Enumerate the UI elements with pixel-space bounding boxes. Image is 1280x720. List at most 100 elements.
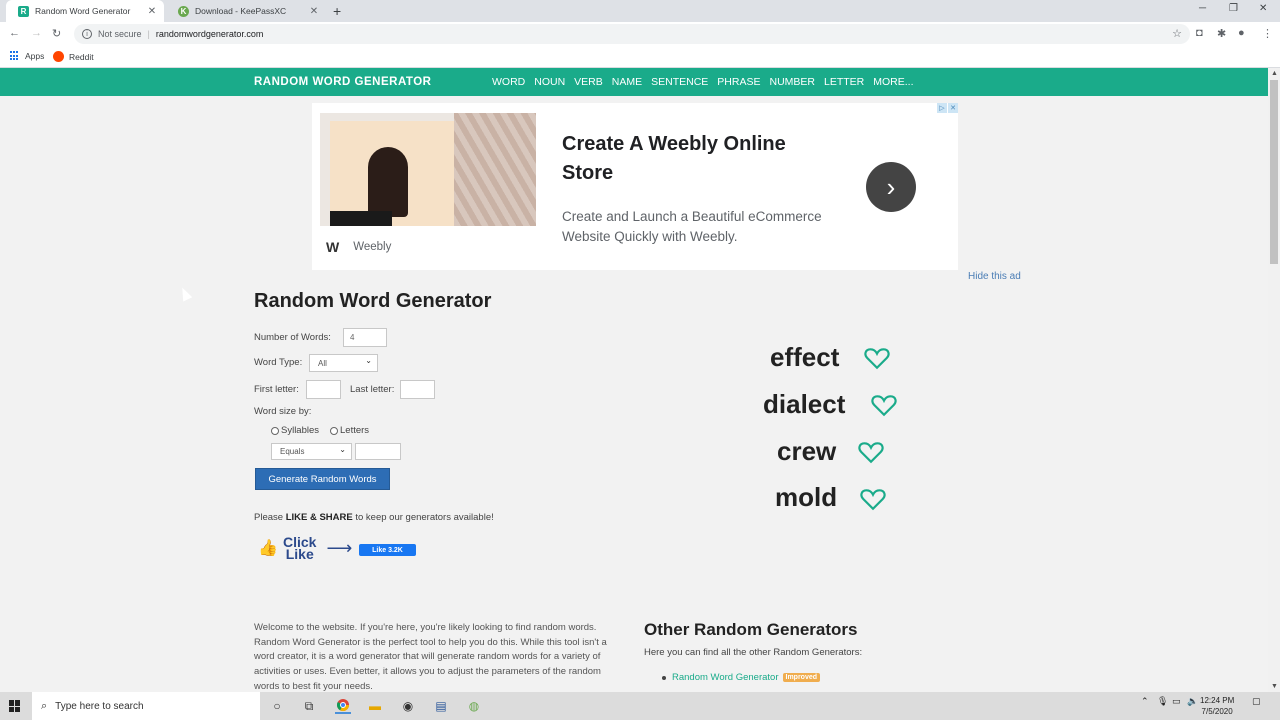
word-type-select[interactable]: All ⌄	[309, 354, 378, 372]
advertisement[interactable]: ▷ ✕ Create A Weebly Online Store Create …	[312, 103, 958, 270]
nav-phrase[interactable]: PHRASE	[717, 76, 760, 88]
tab-random-word-generator[interactable]: R Random Word Generator ✕	[6, 0, 164, 22]
cortana-icon[interactable]: ○	[269, 698, 285, 714]
minimize-button[interactable]: ─	[1199, 3, 1206, 14]
scroll-thumb[interactable]	[1270, 80, 1278, 264]
nav-letter[interactable]: LETTER	[824, 76, 864, 88]
file-explorer-icon[interactable]: ▬	[367, 698, 383, 714]
word-size-input[interactable]	[355, 443, 401, 460]
click-like-graphic: 👍 Click Like ⟶	[258, 535, 352, 561]
improved-badge: Improved	[782, 673, 821, 682]
nav-more[interactable]: MORE...	[873, 76, 913, 88]
menu-dots-icon[interactable]: ⋮	[1262, 27, 1273, 40]
nav-number[interactable]: NUMBER	[769, 76, 815, 88]
other-generators-title: Other Random Generators	[644, 620, 858, 639]
tab-strip: R Random Word Generator ✕ K Download - K…	[0, 0, 1280, 22]
scroll-down-icon[interactable]: ▼	[1271, 683, 1278, 690]
generate-random-words-button[interactable]: Generate Random Words	[255, 468, 390, 490]
windows-start-icon[interactable]	[9, 700, 21, 712]
forward-arrow-icon[interactable]: →	[31, 27, 42, 39]
reddit-icon	[53, 51, 64, 62]
first-letter-input[interactable]	[306, 380, 341, 399]
tab-keepassxc[interactable]: K Download - KeePassXC ✕	[166, 0, 326, 22]
nav-verb[interactable]: VERB	[574, 76, 603, 88]
ad-close-icon[interactable]: ✕	[948, 103, 958, 113]
bullet-icon	[662, 675, 666, 680]
notifications-icon[interactable]: ▢	[1252, 696, 1261, 707]
taskbar-search-placeholder: Type here to search	[55, 700, 144, 712]
bookmark-apps[interactable]: Apps	[10, 51, 44, 61]
window-close-button[interactable]: ✕	[1259, 3, 1267, 14]
hide-ad-link[interactable]: Hide this ad	[968, 271, 1021, 282]
nav-name[interactable]: NAME	[612, 76, 642, 88]
reload-icon[interactable]: ↻	[52, 27, 61, 40]
favorite-heart-icon[interactable]	[864, 346, 890, 370]
chrome-icon[interactable]	[335, 698, 351, 714]
close-tab-icon[interactable]: ✕	[308, 6, 320, 17]
new-tab-button[interactable]: +	[333, 3, 341, 19]
result-word: effect	[770, 342, 840, 372]
number-of-words-input[interactable]: 4	[343, 328, 387, 347]
share-prompt-bold: LIKE & SHARE	[285, 512, 353, 523]
tray-chevron-up-icon[interactable]: ⌃	[1141, 696, 1149, 707]
bookmark-star-icon[interactable]: ☆	[1172, 27, 1182, 40]
site-brand[interactable]: RANDOM WORD GENERATOR	[254, 76, 431, 88]
url-text[interactable]: randomwordgenerator.com	[156, 29, 264, 39]
address-bar[interactable]: i Not secure | randomwordgenerator.com ☆	[74, 24, 1190, 44]
nav-links: WORD NOUN VERB NAME SENTENCE PHRASE NUMB…	[492, 76, 914, 88]
taskbar-search[interactable]: ⌕ Type here to search	[32, 692, 260, 720]
nav-word[interactable]: WORD	[492, 76, 525, 88]
document-app-icon[interactable]: ▤	[433, 698, 449, 714]
restore-button[interactable]: ❐	[1229, 3, 1238, 14]
ad-brand[interactable]: W Weebly	[326, 239, 391, 255]
network-icon[interactable]: ▭	[1172, 696, 1181, 707]
share-prompt-prefix: Please	[254, 512, 286, 523]
divider: |	[147, 29, 150, 39]
word-type-value: All	[318, 358, 327, 368]
list-item[interactable]: Random Word Generator Improved	[662, 672, 821, 683]
info-icon[interactable]: i	[82, 29, 92, 39]
syllables-radio[interactable]: Syllables	[271, 425, 319, 436]
ad-choices[interactable]: ▷ ✕	[937, 103, 958, 113]
extension-bitwarden-icon[interactable]: ◘	[1196, 27, 1203, 39]
ad-info-icon[interactable]: ▷	[937, 103, 947, 113]
page-scrollbar[interactable]: ▲ ▼	[1268, 68, 1280, 692]
facebook-like-button[interactable]: Like 3.2K	[359, 544, 416, 556]
ad-brand-name: Weebly	[353, 241, 392, 253]
task-view-icon[interactable]: ⧉	[301, 698, 317, 714]
obs-icon[interactable]: ◉	[400, 698, 416, 714]
keepassxc-icon[interactable]: ◍	[466, 698, 482, 714]
nav-sentence[interactable]: SENTENCE	[651, 76, 708, 88]
other-generator-link[interactable]: Random Word Generator	[672, 672, 779, 683]
last-letter-label: Last letter:	[350, 384, 395, 395]
microphone-icon[interactable]: 🎙	[1157, 696, 1168, 707]
welcome-paragraph: Welcome to the website. If you're here, …	[254, 622, 607, 692]
favorite-heart-icon[interactable]	[860, 487, 886, 511]
thumbs-up-icon: 👍	[258, 540, 278, 557]
ad-chevron-right-icon[interactable]: ›	[866, 162, 916, 212]
security-status: Not secure	[98, 29, 142, 39]
ad-headline[interactable]: Create A Weebly Online Store	[562, 130, 832, 188]
profile-avatar-icon[interactable]: ●	[1238, 27, 1245, 39]
extensions-puzzle-icon[interactable]: ✱	[1217, 27, 1226, 40]
browser-toolbar: ← → ↻ i Not secure | randomwordgenerator…	[0, 22, 1280, 46]
letters-label: Letters	[340, 425, 370, 436]
back-arrow-icon[interactable]: ←	[9, 27, 20, 39]
close-tab-icon[interactable]: ✕	[146, 6, 158, 17]
last-letter-input[interactable]	[400, 380, 435, 399]
nav-noun[interactable]: NOUN	[534, 76, 565, 88]
apps-grid-icon	[10, 51, 20, 61]
favorite-heart-icon[interactable]	[871, 393, 897, 417]
weebly-logo-icon: W	[326, 239, 340, 255]
system-clock[interactable]: 12:24 PM 7/5/2020	[1200, 695, 1234, 717]
ad-image[interactable]	[320, 113, 536, 226]
radio-circle[interactable]	[330, 426, 338, 435]
word-type-label: Word Type:	[254, 357, 303, 368]
volume-icon[interactable]: 🔈	[1187, 696, 1198, 707]
letters-radio[interactable]: Letters	[330, 425, 369, 436]
radio-circle[interactable]	[271, 426, 279, 435]
size-operator-select[interactable]: Equals ⌄	[271, 443, 352, 460]
scroll-up-icon[interactable]: ▲	[1271, 70, 1278, 77]
bookmark-reddit[interactable]: Reddit	[53, 51, 94, 62]
favorite-heart-icon[interactable]	[858, 440, 884, 464]
